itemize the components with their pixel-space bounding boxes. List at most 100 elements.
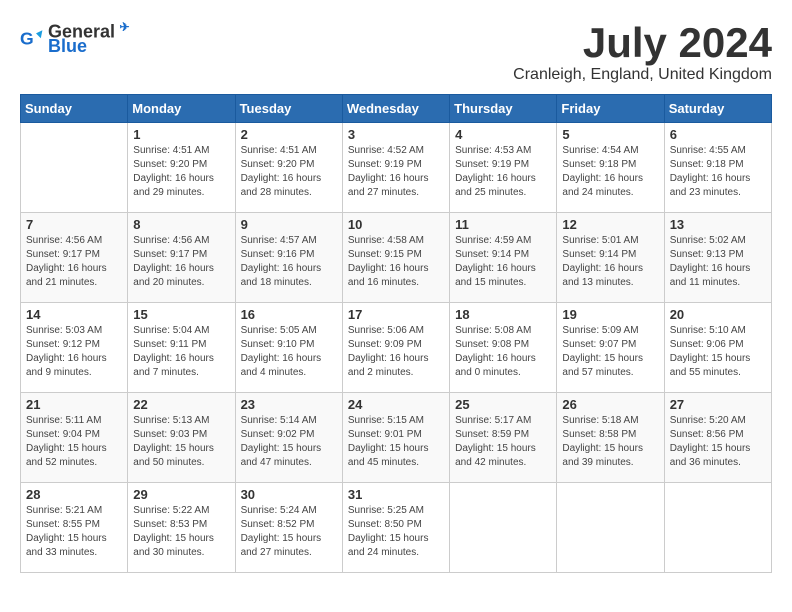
day-of-week-header: Saturday	[664, 95, 771, 123]
day-info: Sunrise: 4:56 AM Sunset: 9:17 PM Dayligh…	[26, 234, 122, 290]
day-number: 10	[348, 217, 444, 232]
day-of-week-header: Wednesday	[342, 95, 449, 123]
calendar-cell: 25 Sunrise: 5:17 AM Sunset: 8:59 PM Dayli…	[450, 393, 557, 483]
calendar-cell: 8 Sunrise: 4:56 AM Sunset: 9:17 PM Daylig…	[128, 213, 235, 303]
calendar-cell: 16Sunrise: 5:05 AM Sunset: 9:10 PM Dayli…	[235, 303, 342, 393]
day-number: 17	[348, 307, 444, 322]
day-number: 26	[562, 397, 658, 412]
day-number: 27	[670, 397, 766, 412]
calendar-cell	[557, 483, 664, 573]
day-number: 1	[133, 127, 229, 142]
day-number: 23	[241, 397, 337, 412]
day-number: 20	[670, 307, 766, 322]
calendar-cell: 21 Sunrise: 5:11 AM Sunset: 9:04 PM Dayli…	[21, 393, 128, 483]
calendar-cell: 10 Sunrise: 4:58 AM Sunset: 9:15 PM Dayli…	[342, 213, 449, 303]
day-number: 4	[455, 127, 551, 142]
day-number: 15	[133, 307, 229, 322]
calendar-cell: 6Sunrise: 4:55 AM Sunset: 9:18 PM Daylig…	[664, 123, 771, 213]
calendar-week-row: 28Sunrise: 5:21 AM Sunset: 8:55 PM Dayli…	[21, 483, 772, 573]
day-info: Sunrise: 4:57 AM Sunset: 9:16 PM Dayligh…	[241, 234, 337, 290]
day-number: 9	[241, 217, 337, 232]
day-info: Sunrise: 4:51 AM Sunset: 9:20 PM Dayligh…	[241, 144, 337, 200]
svg-text:G: G	[20, 28, 34, 48]
day-number: 14	[26, 307, 122, 322]
day-number: 11	[455, 217, 551, 232]
day-of-week-header: Monday	[128, 95, 235, 123]
calendar-cell: 15Sunrise: 5:04 AM Sunset: 9:11 PM Dayli…	[128, 303, 235, 393]
calendar-cell: 17 Sunrise: 5:06 AM Sunset: 9:09 PM Dayli…	[342, 303, 449, 393]
calendar-cell: 7 Sunrise: 4:56 AM Sunset: 9:17 PM Daylig…	[21, 213, 128, 303]
day-info: Sunrise: 4:51 AM Sunset: 9:20 PM Dayligh…	[133, 144, 229, 200]
day-number: 13	[670, 217, 766, 232]
header-row: SundayMondayTuesdayWednesdayThursdayFrid…	[21, 95, 772, 123]
calendar-week-row: 14 Sunrise: 5:03 AM Sunset: 9:12 PM Dayli…	[21, 303, 772, 393]
calendar-cell: 29 Sunrise: 5:22 AM Sunset: 8:53 PM Dayli…	[128, 483, 235, 573]
day-info: Sunrise: 5:10 AM Sunset: 9:06 PM Dayligh…	[670, 324, 766, 380]
day-number: 8	[133, 217, 229, 232]
day-info: Sunrise: 5:03 AM Sunset: 9:12 PM Dayligh…	[26, 324, 122, 380]
day-info: Sunrise: 4:56 AM Sunset: 9:17 PM Dayligh…	[133, 234, 229, 290]
day-number: 22	[133, 397, 229, 412]
calendar-cell: 12 Sunrise: 5:01 AM Sunset: 9:14 PM Dayli…	[557, 213, 664, 303]
calendar-cell: 2 Sunrise: 4:51 AM Sunset: 9:20 PM Daylig…	[235, 123, 342, 213]
calendar-cell	[664, 483, 771, 573]
calendar-cell: 27 Sunrise: 5:20 AM Sunset: 8:56 PM Dayli…	[664, 393, 771, 483]
day-info: Sunrise: 4:52 AM Sunset: 9:19 PM Dayligh…	[348, 144, 444, 200]
calendar-cell: 9 Sunrise: 4:57 AM Sunset: 9:16 PM Daylig…	[235, 213, 342, 303]
day-info: Sunrise: 5:24 AM Sunset: 8:52 PM Dayligh…	[241, 504, 337, 560]
day-number: 12	[562, 217, 658, 232]
day-info: Sunrise: 5:02 AM Sunset: 9:13 PM Dayligh…	[670, 234, 766, 290]
day-info: Sunrise: 5:15 AM Sunset: 9:01 PM Dayligh…	[348, 414, 444, 470]
day-number: 21	[26, 397, 122, 412]
logo-icon: G	[20, 27, 44, 51]
day-number: 29	[133, 487, 229, 502]
calendar-table: SundayMondayTuesdayWednesdayThursdayFrid…	[20, 94, 772, 573]
day-info: Sunrise: 4:59 AM Sunset: 9:14 PM Dayligh…	[455, 234, 551, 290]
day-info: Sunrise: 5:25 AM Sunset: 8:50 PM Dayligh…	[348, 504, 444, 560]
day-number: 18	[455, 307, 551, 322]
calendar-header: SundayMondayTuesdayWednesdayThursdayFrid…	[21, 95, 772, 123]
location-subtitle: Cranleigh, England, United Kingdom	[513, 66, 772, 84]
day-info: Sunrise: 5:01 AM Sunset: 9:14 PM Dayligh…	[562, 234, 658, 290]
day-info: Sunrise: 5:06 AM Sunset: 9:09 PM Dayligh…	[348, 324, 444, 380]
calendar-cell: 3 Sunrise: 4:52 AM Sunset: 9:19 PM Daylig…	[342, 123, 449, 213]
day-info: Sunrise: 5:08 AM Sunset: 9:08 PM Dayligh…	[455, 324, 551, 380]
day-number: 7	[26, 217, 122, 232]
calendar-cell: 5 Sunrise: 4:54 AM Sunset: 9:18 PM Daylig…	[557, 123, 664, 213]
calendar-week-row: 7 Sunrise: 4:56 AM Sunset: 9:17 PM Daylig…	[21, 213, 772, 303]
day-of-week-header: Tuesday	[235, 95, 342, 123]
day-number: 16	[241, 307, 337, 322]
calendar-cell: 20 Sunrise: 5:10 AM Sunset: 9:06 PM Dayli…	[664, 303, 771, 393]
day-info: Sunrise: 5:13 AM Sunset: 9:03 PM Dayligh…	[133, 414, 229, 470]
calendar-cell	[450, 483, 557, 573]
calendar-cell: 24Sunrise: 5:15 AM Sunset: 9:01 PM Dayli…	[342, 393, 449, 483]
calendar-cell: 22 Sunrise: 5:13 AM Sunset: 9:03 PM Dayli…	[128, 393, 235, 483]
calendar-cell: 1 Sunrise: 4:51 AM Sunset: 9:20 PM Daylig…	[128, 123, 235, 213]
day-info: Sunrise: 5:20 AM Sunset: 8:56 PM Dayligh…	[670, 414, 766, 470]
day-info: Sunrise: 5:11 AM Sunset: 9:04 PM Dayligh…	[26, 414, 122, 470]
day-info: Sunrise: 4:53 AM Sunset: 9:19 PM Dayligh…	[455, 144, 551, 200]
day-info: Sunrise: 5:22 AM Sunset: 8:53 PM Dayligh…	[133, 504, 229, 560]
day-of-week-header: Thursday	[450, 95, 557, 123]
day-number: 25	[455, 397, 551, 412]
day-number: 5	[562, 127, 658, 142]
day-number: 3	[348, 127, 444, 142]
calendar-body: 1 Sunrise: 4:51 AM Sunset: 9:20 PM Daylig…	[21, 123, 772, 573]
day-number: 28	[26, 487, 122, 502]
day-number: 19	[562, 307, 658, 322]
day-info: Sunrise: 5:17 AM Sunset: 8:59 PM Dayligh…	[455, 414, 551, 470]
day-info: Sunrise: 4:54 AM Sunset: 9:18 PM Dayligh…	[562, 144, 658, 200]
calendar-week-row: 21 Sunrise: 5:11 AM Sunset: 9:04 PM Dayli…	[21, 393, 772, 483]
calendar-cell: 13 Sunrise: 5:02 AM Sunset: 9:13 PM Dayli…	[664, 213, 771, 303]
calendar-cell: 26 Sunrise: 5:18 AM Sunset: 8:58 PM Dayli…	[557, 393, 664, 483]
calendar-cell: 30Sunrise: 5:24 AM Sunset: 8:52 PM Dayli…	[235, 483, 342, 573]
calendar-cell: 19Sunrise: 5:09 AM Sunset: 9:07 PM Dayli…	[557, 303, 664, 393]
month-year-title: July 2024	[513, 20, 772, 66]
day-info: Sunrise: 5:18 AM Sunset: 8:58 PM Dayligh…	[562, 414, 658, 470]
day-info: Sunrise: 4:58 AM Sunset: 9:15 PM Dayligh…	[348, 234, 444, 290]
page-header: G General ✈ Blue July 2024 Cranleigh, En…	[20, 20, 772, 84]
day-number: 31	[348, 487, 444, 502]
day-number: 2	[241, 127, 337, 142]
day-of-week-header: Friday	[557, 95, 664, 123]
calendar-cell: 31 Sunrise: 5:25 AM Sunset: 8:50 PM Dayli…	[342, 483, 449, 573]
